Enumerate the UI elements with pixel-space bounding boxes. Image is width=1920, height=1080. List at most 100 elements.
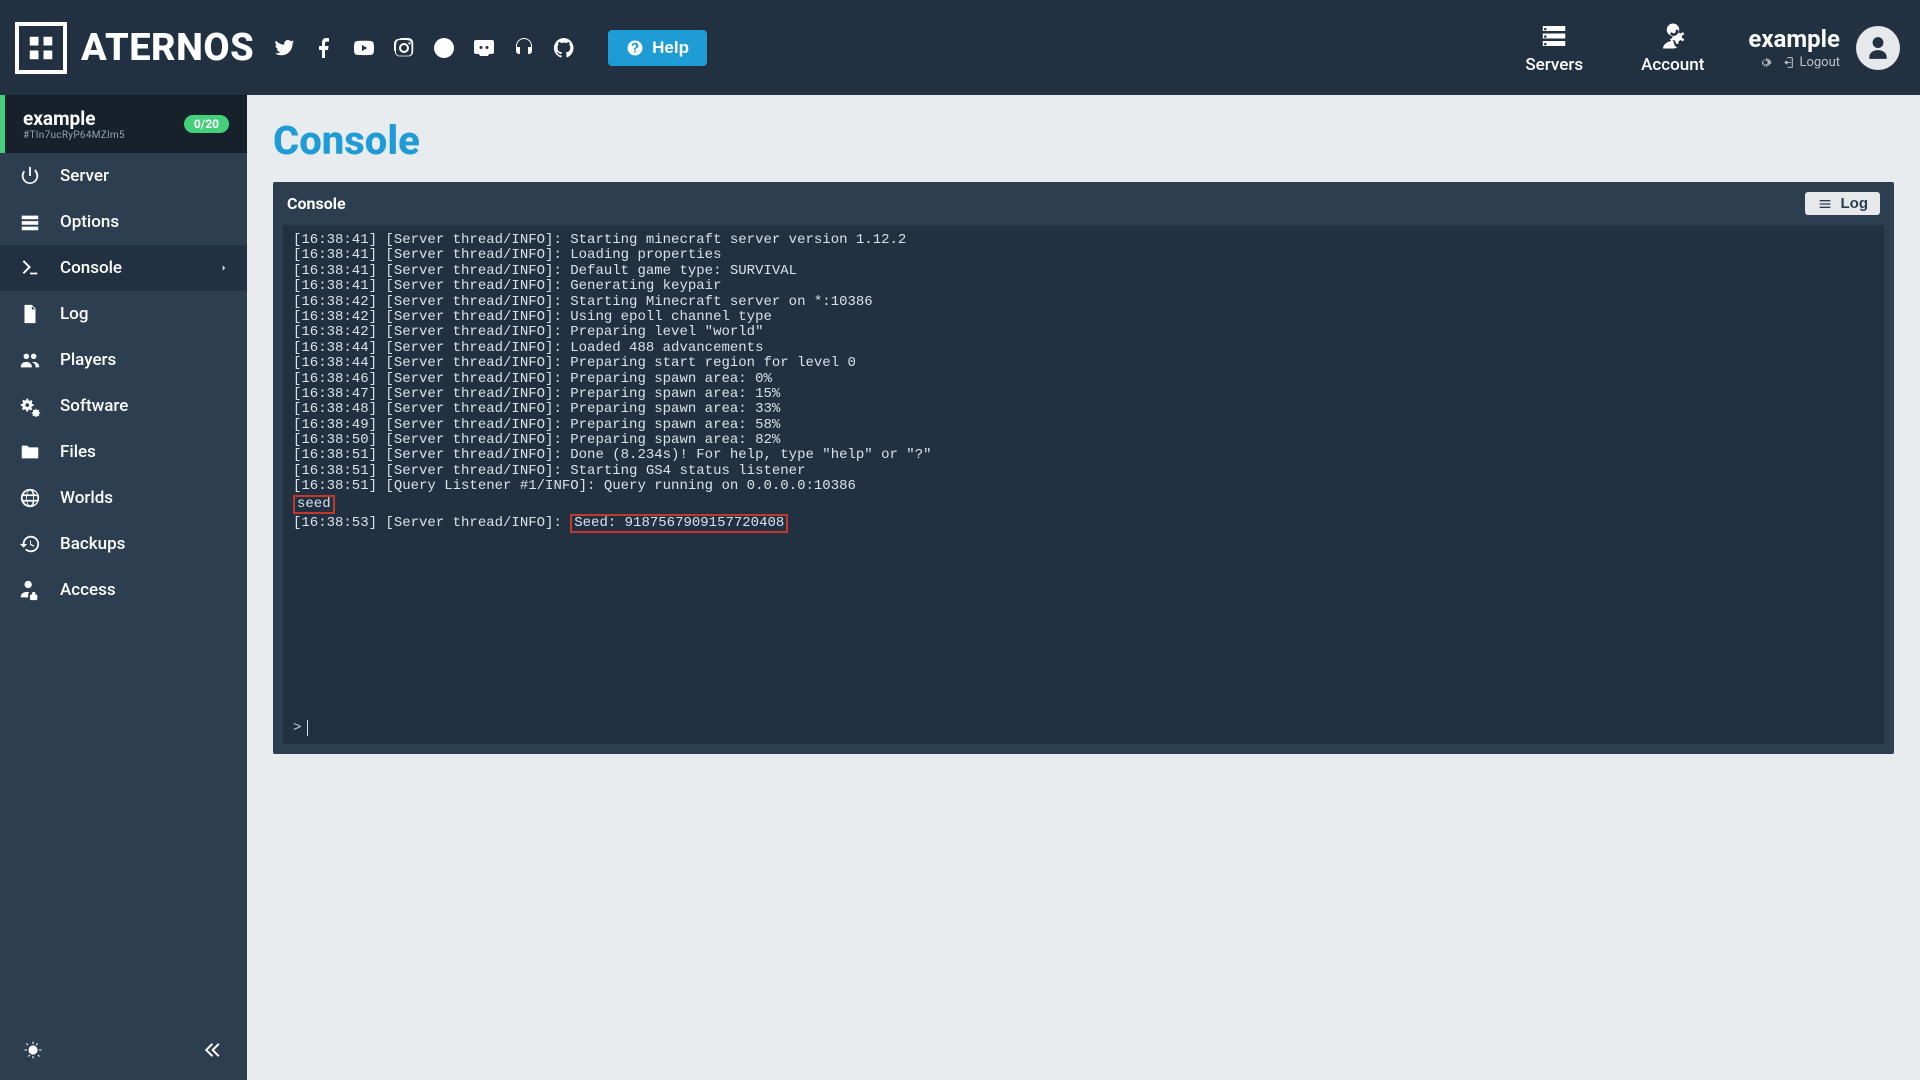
history-icon xyxy=(18,533,42,555)
help-button[interactable]: Help xyxy=(608,30,707,66)
sidebar-item-console[interactable]: Console xyxy=(0,245,247,291)
console-line: [16:38:51] [Query Listener #1/INFO]: Que… xyxy=(293,479,1874,494)
log-button-label: Log xyxy=(1841,195,1869,212)
sidebar-item-access[interactable]: Access xyxy=(0,567,247,613)
nav-servers[interactable]: Servers xyxy=(1525,21,1583,75)
globe-icon xyxy=(18,487,42,509)
gear-icon xyxy=(1759,56,1772,69)
cogs-icon xyxy=(18,395,42,417)
console-panel: Console Log [16:38:41] [Server thread/IN… xyxy=(273,182,1894,754)
social-links xyxy=(272,36,576,60)
sidebar-item-software[interactable]: Software xyxy=(0,383,247,429)
terminal-icon xyxy=(18,257,42,279)
sidebar-item-label: Options xyxy=(60,212,119,232)
console-line: [16:38:51] [Server thread/INFO]: Done (8… xyxy=(293,448,1874,463)
sidebar-item-label: Worlds xyxy=(60,488,113,508)
console-header: Console Log xyxy=(273,182,1894,225)
discord-icon[interactable] xyxy=(472,36,496,60)
facebook-icon[interactable] xyxy=(312,36,336,60)
players-icon xyxy=(18,349,42,371)
user-icon xyxy=(1865,35,1891,61)
server-name: example xyxy=(23,107,125,130)
console-line: [16:38:42] [Server thread/INFO]: Startin… xyxy=(293,295,1874,310)
sidebar-item-options[interactable]: Options xyxy=(0,199,247,245)
console-line: [16:38:47] [Server thread/INFO]: Prepari… xyxy=(293,387,1874,402)
main-content: Console Console Log [16:38:41] [Server t… xyxy=(247,95,1920,1080)
console-line: [16:38:41] [Server thread/INFO]: Loading… xyxy=(293,248,1874,263)
server-id: #TIn7ucRyP64MZlm5 xyxy=(23,130,125,141)
twitter-icon[interactable] xyxy=(272,36,296,60)
header-user: example Logout xyxy=(1748,25,1900,70)
console-line: [16:38:42] [Server thread/INFO]: Prepari… xyxy=(293,325,1874,340)
console-line: [16:38:44] [Server thread/INFO]: Prepari… xyxy=(293,356,1874,371)
logout-label: Logout xyxy=(1799,55,1840,70)
app-header: ATERNOS Help xyxy=(0,0,1920,95)
logout-link[interactable]: Logout xyxy=(1782,55,1840,70)
github-icon[interactable] xyxy=(552,36,576,60)
highlighted-command: seed xyxy=(293,495,335,514)
brand-logo-icon xyxy=(15,22,67,74)
sidebar-item-label: Server xyxy=(60,166,109,186)
user-actions: Logout xyxy=(1759,55,1840,70)
sidebar-item-label: Files xyxy=(60,442,96,462)
console-line: [16:38:48] [Server thread/INFO]: Prepari… xyxy=(293,402,1874,417)
sidebar-item-worlds[interactable]: Worlds xyxy=(0,475,247,521)
console-line: [16:38:49] [Server thread/INFO]: Prepari… xyxy=(293,418,1874,433)
reddit-icon[interactable] xyxy=(432,36,456,60)
file-icon xyxy=(18,303,42,325)
console-input-row[interactable]: > xyxy=(283,716,1884,744)
settings-link[interactable] xyxy=(1759,55,1772,70)
sidebar-item-files[interactable]: Files xyxy=(0,429,247,475)
sidebar: example #TIn7ucRyP64MZlm5 0/20 Server Op… xyxy=(0,95,247,1080)
sidebar-footer xyxy=(0,1024,247,1080)
folder-icon xyxy=(18,441,42,463)
sidebar-item-label: Console xyxy=(60,258,122,278)
sidebar-items: Server Options Console xyxy=(0,153,247,613)
sidebar-item-label: Access xyxy=(60,580,116,600)
console-line: [16:38:41] [Server thread/INFO]: Default… xyxy=(293,264,1874,279)
servers-icon xyxy=(1539,21,1569,51)
console-input[interactable] xyxy=(314,720,1874,736)
input-caret xyxy=(307,720,308,736)
instagram-icon[interactable] xyxy=(392,36,416,60)
nav-account-label: Account xyxy=(1641,55,1704,75)
theme-toggle-icon[interactable] xyxy=(22,1039,44,1065)
highlighted-seed: Seed: 9187567909157720408 xyxy=(570,514,788,533)
nav-account[interactable]: Account xyxy=(1641,21,1704,75)
console-line: [16:38:44] [Server thread/INFO]: Loaded … xyxy=(293,341,1874,356)
logout-icon xyxy=(1782,56,1795,69)
console-line: [16:38:53] [Server thread/INFO]: Seed: 9… xyxy=(293,514,1874,533)
chevron-right-icon xyxy=(219,258,229,278)
collapse-sidebar-icon[interactable] xyxy=(203,1039,225,1065)
console-line: [16:38:41] [Server thread/INFO]: Generat… xyxy=(293,279,1874,294)
open-log-button[interactable]: Log xyxy=(1805,192,1881,215)
console-output[interactable]: [16:38:41] [Server thread/INFO]: Startin… xyxy=(283,225,1884,716)
page-title: Console xyxy=(273,117,1894,164)
sidebar-item-log[interactable]: Log xyxy=(0,291,247,337)
sidebar-item-server[interactable]: Server xyxy=(0,153,247,199)
brand-name: ATERNOS xyxy=(81,26,254,70)
console-line: [16:38:51] [Server thread/INFO]: Startin… xyxy=(293,464,1874,479)
sidebar-item-label: Software xyxy=(60,396,128,416)
brand[interactable]: ATERNOS xyxy=(15,22,254,74)
list-icon xyxy=(1817,196,1833,212)
sidebar-item-label: Players xyxy=(60,350,116,370)
server-card[interactable]: example #TIn7ucRyP64MZlm5 0/20 xyxy=(0,95,247,153)
console-line: [16:38:41] [Server thread/INFO]: Startin… xyxy=(293,233,1874,248)
youtube-icon[interactable] xyxy=(352,36,376,60)
sidebar-item-backups[interactable]: Backups xyxy=(0,521,247,567)
user-name: example xyxy=(1748,25,1840,53)
console-header-title: Console xyxy=(287,194,346,213)
player-count-badge: 0/20 xyxy=(184,115,229,133)
headset-icon[interactable] xyxy=(512,36,536,60)
header-nav: Servers Account xyxy=(1525,21,1704,75)
help-label: Help xyxy=(652,38,689,58)
sidebar-item-players[interactable]: Players xyxy=(0,337,247,383)
nav-servers-label: Servers xyxy=(1525,55,1583,75)
prompt-symbol: > xyxy=(293,720,301,736)
sidebar-item-label: Log xyxy=(60,304,88,324)
options-icon xyxy=(18,211,42,233)
lock-user-icon xyxy=(18,579,42,601)
console-line: [16:38:42] [Server thread/INFO]: Using e… xyxy=(293,310,1874,325)
avatar[interactable] xyxy=(1856,26,1900,70)
